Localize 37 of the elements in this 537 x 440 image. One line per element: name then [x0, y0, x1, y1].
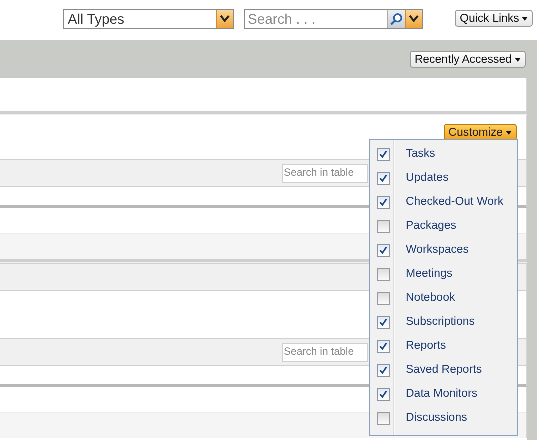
checkbox[interactable] [377, 148, 390, 160]
checkbox[interactable] [377, 364, 390, 376]
chevron-icon [220, 15, 230, 23]
table-search-field[interactable]: Search in table [282, 342, 368, 362]
checkbox[interactable] [377, 196, 390, 208]
menu-item-label[interactable]: Checked-Out Work [406, 196, 504, 208]
menu-item-label[interactable]: Discussions [406, 412, 468, 424]
caret-icon [522, 16, 528, 20]
checkbox[interactable] [377, 172, 390, 184]
menu-item-label[interactable]: Data Monitors [406, 388, 478, 400]
checkbox[interactable] [377, 340, 390, 352]
menu-item-label[interactable]: Packages [406, 220, 457, 232]
menu-item-label[interactable]: Updates [406, 172, 449, 184]
dropdown-button[interactable] [405, 9, 423, 29]
checkbox[interactable] [377, 412, 390, 424]
menu-item-label[interactable]: Saved Reports [406, 364, 482, 376]
search-button[interactable] [387, 9, 405, 29]
recently-accessed-button[interactable]: Recently Accessed [410, 51, 526, 68]
checkbox[interactable] [377, 244, 390, 256]
menu-item-label[interactable]: Tasks [406, 148, 436, 160]
caret-icon [515, 58, 521, 62]
menu-item-label[interactable]: Workspaces [406, 244, 470, 256]
quick-links-button[interactable]: Quick Links [455, 10, 534, 27]
type-select[interactable]: All Types [63, 9, 234, 29]
search-field[interactable]: Search . . . [244, 9, 387, 29]
checkbox[interactable] [377, 220, 390, 232]
table-search-field[interactable]: Search in table [282, 164, 368, 182]
checkbox[interactable] [377, 268, 390, 280]
checkbox[interactable] [377, 316, 390, 328]
chevron-icon [409, 15, 419, 23]
menu-item-label[interactable]: Notebook [406, 292, 456, 304]
caret-icon [506, 130, 512, 134]
menu-item-label[interactable]: Reports [406, 340, 446, 352]
checkbox[interactable] [377, 292, 390, 304]
menu-item-label[interactable]: Meetings [406, 268, 453, 280]
checkbox[interactable] [377, 388, 390, 400]
menu-item-label[interactable]: Subscriptions [406, 316, 476, 328]
